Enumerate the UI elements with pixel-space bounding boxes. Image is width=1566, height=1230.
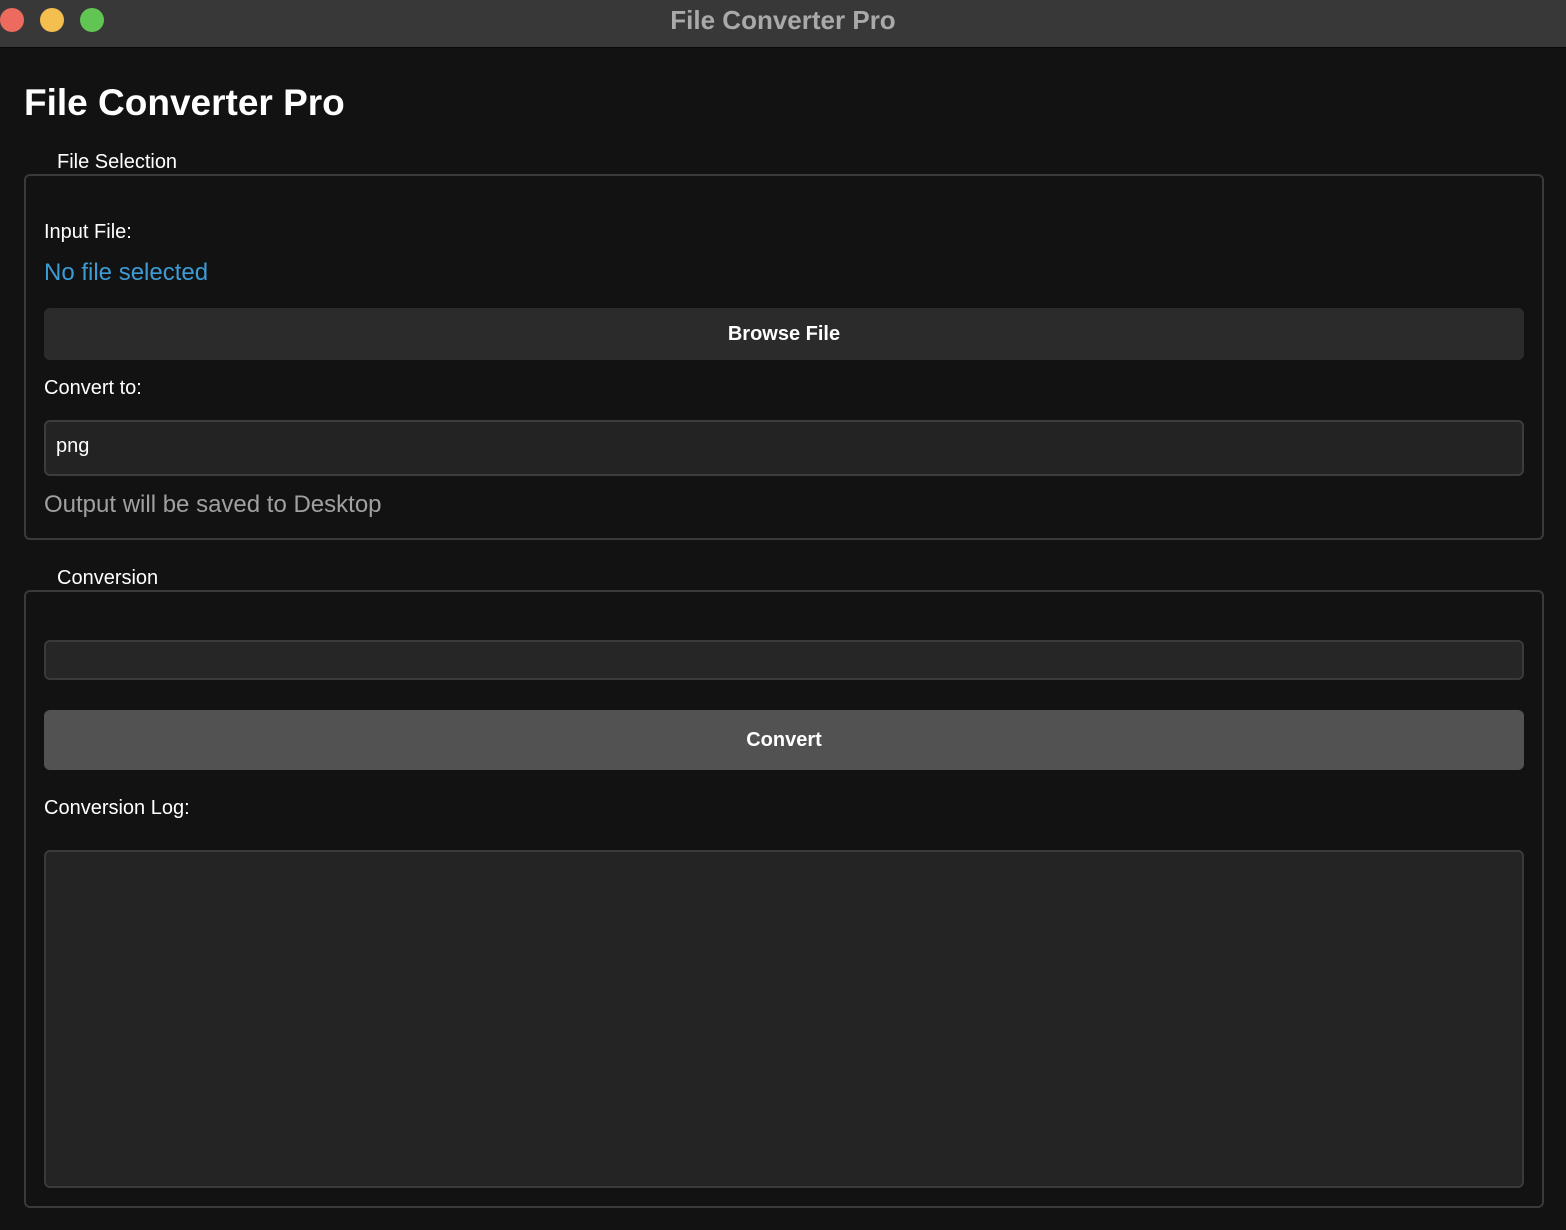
- conversion-log-label: Conversion Log:: [44, 797, 190, 819]
- convert-to-label: Convert to:: [44, 377, 142, 399]
- input-file-label: Input File:: [44, 221, 132, 243]
- window-title: File Converter Pro: [670, 5, 896, 35]
- conversion-progress-bar: [44, 640, 1524, 680]
- output-format-value: png: [56, 435, 90, 457]
- selected-file-status: No file selected: [44, 259, 209, 286]
- browse-file-button[interactable]: Browse File: [44, 308, 1524, 360]
- file-selection-legend: File Selection: [57, 151, 178, 173]
- output-location-hint: Output will be saved to Desktop: [44, 491, 382, 518]
- conversion-log-area[interactable]: [44, 850, 1524, 1188]
- app-title: File Converter Pro: [24, 82, 345, 123]
- title-bar: File Converter Pro: [0, 0, 1566, 48]
- conversion-legend: Conversion: [57, 567, 159, 589]
- convert-button[interactable]: Convert: [44, 710, 1524, 770]
- output-format-field[interactable]: png: [44, 420, 1524, 476]
- app-window: File Converter Pro File Converter Pro Fi…: [0, 0, 1566, 1230]
